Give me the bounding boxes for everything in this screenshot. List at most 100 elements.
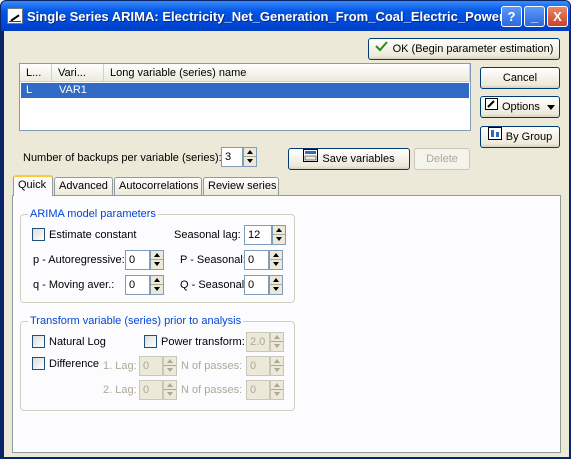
spin-down-icon[interactable] xyxy=(271,366,283,375)
lag1-stepper[interactable]: 0 xyxy=(139,356,177,376)
lag1-label: 1. Lag: xyxy=(103,360,137,372)
q-field[interactable]: 0 xyxy=(125,275,150,295)
tab-advanced[interactable]: Advanced xyxy=(54,177,113,195)
natural-log-label: Natural Log xyxy=(49,336,106,348)
spin-down-icon[interactable] xyxy=(270,285,282,294)
spin-up-icon[interactable] xyxy=(271,333,283,342)
spin-up-icon[interactable] xyxy=(151,251,163,260)
p-seasonal-stepper[interactable]: 0 xyxy=(244,250,284,270)
q-seasonal-field[interactable]: 0 xyxy=(244,275,269,295)
spin-up-icon[interactable] xyxy=(164,381,176,390)
p-seasonal-label: P - Seasonal: xyxy=(180,254,246,266)
q-spin-arrows[interactable] xyxy=(150,275,164,295)
q-moving-average-label: q - Moving aver.: xyxy=(33,279,115,291)
lag2-label: 2. Lag: xyxy=(103,384,137,396)
ok-begin-estimation-button[interactable]: OK (Begin parameter estimation) xyxy=(368,38,560,60)
close-button[interactable]: X xyxy=(547,6,568,27)
arima-group-title: ARIMA model parameters xyxy=(28,207,158,221)
tab-autocorrelations[interactable]: Autocorrelations xyxy=(114,177,202,195)
seasonal-lag-spin-arrows[interactable] xyxy=(272,225,286,245)
lag2-spin-arrows[interactable] xyxy=(163,380,177,400)
tab-quick[interactable]: Quick xyxy=(13,175,53,196)
arima-parameters-group: ARIMA model parameters Estimate constant… xyxy=(20,207,295,303)
power-transform-field[interactable]: 2.0 xyxy=(246,332,270,352)
backups-stepper[interactable]: 3 xyxy=(221,147,257,167)
dialog-client: OK (Begin parameter estimation) L... Var… xyxy=(4,31,569,457)
options-button[interactable]: Options xyxy=(480,96,560,118)
app-chart-icon xyxy=(7,8,23,24)
cancel-button[interactable]: Cancel xyxy=(480,67,560,89)
spin-up-icon[interactable] xyxy=(244,148,256,157)
column-header-l[interactable]: L... xyxy=(20,64,52,82)
p-autoregressive-stepper[interactable]: 0 xyxy=(125,250,165,270)
spin-down-icon[interactable] xyxy=(270,260,282,269)
passes1-label: N of passes: xyxy=(181,360,243,372)
seasonal-lag-field[interactable]: 12 xyxy=(244,225,272,245)
p-seasonal-spin-arrows[interactable] xyxy=(269,250,283,270)
row-l-cell: L xyxy=(26,84,33,96)
spin-up-icon[interactable] xyxy=(164,357,176,366)
backups-spin-arrows[interactable] xyxy=(243,147,257,167)
spin-down-icon[interactable] xyxy=(151,285,163,294)
spin-up-icon[interactable] xyxy=(271,357,283,366)
save-variables-label: Save variables xyxy=(322,153,395,165)
variables-list[interactable]: L... Vari... Long variable (series) name… xyxy=(19,63,471,131)
q-moving-average-stepper[interactable]: 0 xyxy=(125,275,165,295)
passes2-field[interactable]: 0 xyxy=(246,380,270,400)
passes1-spin-arrows[interactable] xyxy=(270,356,284,376)
natural-log-checkbox[interactable] xyxy=(32,335,45,348)
transform-group: Transform variable (series) prior to ana… xyxy=(20,314,295,411)
passes2-spin-arrows[interactable] xyxy=(270,380,284,400)
title-bar[interactable]: Single Series ARIMA: Electricity_Net_Gen… xyxy=(1,1,570,31)
lag1-field[interactable]: 0 xyxy=(139,356,163,376)
spin-up-icon[interactable] xyxy=(271,381,283,390)
p-seasonal-field[interactable]: 0 xyxy=(244,250,269,270)
p-field[interactable]: 0 xyxy=(125,250,150,270)
by-group-icon xyxy=(487,127,502,147)
q-seasonal-label: Q - Seasonal: xyxy=(180,279,248,291)
column-header-var[interactable]: Vari... xyxy=(52,64,104,82)
delete-button[interactable]: Delete xyxy=(414,148,470,170)
save-variables-button[interactable]: Save variables xyxy=(288,148,410,170)
seasonal-lag-stepper[interactable]: 12 xyxy=(244,225,287,245)
power-transform-label: Power transform: xyxy=(161,336,245,348)
spin-up-icon[interactable] xyxy=(151,276,163,285)
difference-checkbox[interactable] xyxy=(32,357,45,370)
quick-tab-panel: ARIMA model parameters Estimate constant… xyxy=(12,195,561,453)
arima-dialog-window: Single Series ARIMA: Electricity_Net_Gen… xyxy=(0,0,571,459)
spin-down-icon[interactable] xyxy=(273,235,285,244)
column-header-long-name[interactable]: Long variable (series) name xyxy=(104,64,470,82)
spin-down-icon[interactable] xyxy=(271,342,283,351)
q-seasonal-spin-arrows[interactable] xyxy=(269,275,283,295)
power-spin-arrows[interactable] xyxy=(270,332,284,352)
minimize-button[interactable]: _ xyxy=(524,6,545,27)
q-seasonal-stepper[interactable]: 0 xyxy=(244,275,284,295)
passes2-label: N of passes: xyxy=(181,384,243,396)
p-spin-arrows[interactable] xyxy=(150,250,164,270)
help-button[interactable]: ? xyxy=(501,6,522,27)
spin-up-icon[interactable] xyxy=(270,251,282,260)
spin-up-icon[interactable] xyxy=(270,276,282,285)
lag2-field[interactable]: 0 xyxy=(139,380,163,400)
spin-down-icon[interactable] xyxy=(164,390,176,399)
lag2-stepper[interactable]: 0 xyxy=(139,380,177,400)
lag1-spin-arrows[interactable] xyxy=(163,356,177,376)
spin-down-icon[interactable] xyxy=(244,157,256,166)
tab-review-series[interactable]: Review series xyxy=(203,177,279,195)
spin-down-icon[interactable] xyxy=(164,366,176,375)
power-transform-checkbox[interactable] xyxy=(144,335,157,348)
list-header: L... Vari... Long variable (series) name xyxy=(20,64,470,82)
backups-field[interactable]: 3 xyxy=(221,147,243,167)
passes2-stepper[interactable]: 0 xyxy=(246,380,284,400)
spin-down-icon[interactable] xyxy=(271,390,283,399)
estimate-constant-checkbox[interactable] xyxy=(32,228,45,241)
options-tool-icon xyxy=(485,97,498,117)
passes1-field[interactable]: 0 xyxy=(246,356,270,376)
by-group-button[interactable]: By Group xyxy=(480,126,560,148)
spin-down-icon[interactable] xyxy=(151,260,163,269)
options-button-label: Options xyxy=(502,101,540,113)
list-item[interactable]: L VAR1 xyxy=(21,83,469,98)
passes1-stepper[interactable]: 0 xyxy=(246,356,284,376)
power-transform-stepper[interactable]: 2.0 xyxy=(246,332,284,352)
spin-up-icon[interactable] xyxy=(273,226,285,235)
